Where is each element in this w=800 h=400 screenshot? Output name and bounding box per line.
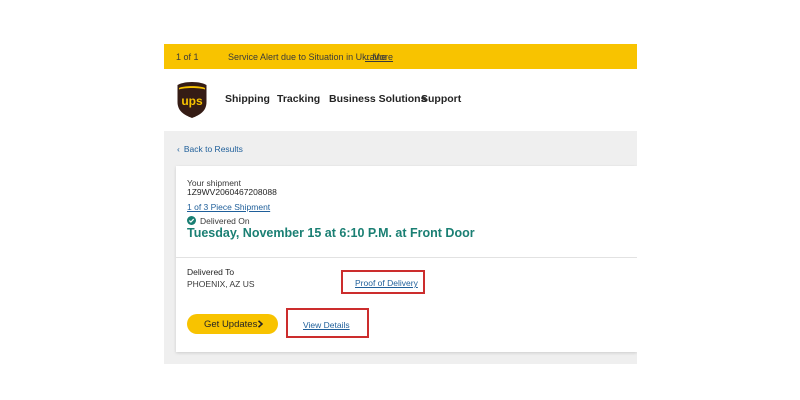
tracking-number: 1Z9WV2060467208088 <box>187 187 277 197</box>
nav-shipping[interactable]: Shipping <box>225 93 270 105</box>
delivered-on-label: Delivered On <box>200 216 250 226</box>
proof-of-delivery-link[interactable]: Proof of Delivery <box>355 278 418 288</box>
nav-business-solutions[interactable]: Business Solutions <box>329 93 426 105</box>
delivery-date: Tuesday, November 15 at 6:10 P.M. at Fro… <box>187 226 475 240</box>
alert-message: Service Alert due to Situation in Ukrain… <box>228 52 387 62</box>
service-alert-bar: 1 of 1 Service Alert due to Situation in… <box>164 44 637 69</box>
view-details-link[interactable]: View Details <box>303 320 350 330</box>
back-to-results-link[interactable]: ‹ Back to Results <box>177 144 243 154</box>
page: 1 of 1 Service Alert due to Situation in… <box>0 0 800 400</box>
nav-tracking[interactable]: Tracking <box>277 93 320 105</box>
view-details-highlight: View Details <box>286 308 369 338</box>
back-link-label: Back to Results <box>183 144 243 154</box>
get-updates-button[interactable]: Get Updates <box>187 314 278 334</box>
svg-text:ups: ups <box>181 94 203 108</box>
shipment-card: Your shipment 1Z9WV2060467208088 1 of 3 … <box>176 166 637 352</box>
nav-support[interactable]: Support <box>421 93 461 105</box>
delivered-to-label: Delivered To <box>187 267 235 277</box>
piece-shipment-link[interactable]: 1 of 3 Piece Shipment <box>187 202 270 212</box>
chevron-right-icon <box>257 320 264 328</box>
proof-of-delivery-highlight: Proof of Delivery <box>341 270 425 294</box>
chevron-left-icon: ‹ <box>177 144 180 154</box>
alert-more-link[interactable]: ...More <box>365 52 393 62</box>
site-header: ups Shipping Tracking Business Solutions… <box>164 69 637 131</box>
check-circle-icon <box>187 216 196 225</box>
delivered-to-value: PHOENIX, AZ US <box>187 279 255 289</box>
get-updates-label: Get Updates <box>204 319 258 330</box>
divider <box>176 257 637 258</box>
ups-tracking-screen: 1 of 1 Service Alert due to Situation in… <box>164 44 637 364</box>
ups-logo[interactable]: ups <box>176 81 208 119</box>
alert-count: 1 of 1 <box>176 52 199 62</box>
